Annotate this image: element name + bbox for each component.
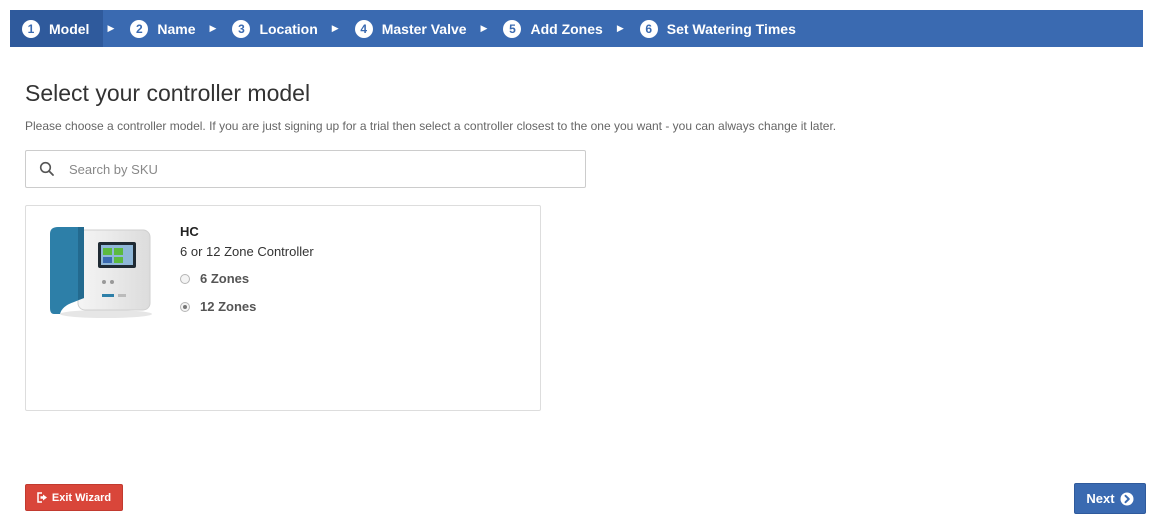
model-card-hc[interactable]: HC 6 or 12 Zone Controller 6 Zones 12 Zo…	[25, 205, 541, 411]
caret-right-icon: ▶	[616, 23, 624, 33]
wizard-step-set-watering-times[interactable]: 6 Set Watering Times	[628, 10, 806, 47]
zone-option-label: 12 Zones	[200, 299, 257, 314]
next-label: Next	[1086, 491, 1115, 506]
model-name: HC	[180, 224, 199, 239]
zone-option-label: 6 Zones	[200, 271, 250, 286]
zone-option-12[interactable]: 12 Zones	[180, 299, 314, 314]
wizard-step-master-valve[interactable]: 4 Master Valve	[343, 10, 477, 47]
chevron-circle-right-icon	[1120, 492, 1134, 506]
exit-wizard-label: Exit Wizard	[51, 491, 112, 504]
sign-out-icon	[37, 492, 48, 503]
step-number-badge: 3	[232, 19, 251, 38]
caret-right-icon: ▶	[209, 23, 217, 33]
step-label: Add Zones	[530, 20, 603, 37]
step-label: Model	[49, 20, 90, 37]
wizard-step-model[interactable]: 1 Model	[10, 10, 104, 47]
next-button[interactable]: Next	[1074, 483, 1146, 514]
caret-right-icon: ▶	[331, 23, 339, 33]
page-title: Select your controller model	[25, 80, 311, 106]
radio-12-zones[interactable]	[180, 301, 190, 312]
wizard-step-add-zones[interactable]: 5 Add Zones	[491, 10, 612, 47]
controller-device-image	[44, 224, 156, 319]
caret-right-icon: ▶	[480, 23, 488, 33]
search-icon	[39, 161, 55, 177]
zone-option-6[interactable]: 6 Zones	[180, 271, 314, 286]
step-number-badge: 1	[22, 19, 40, 38]
step-number-badge: 2	[130, 19, 149, 38]
wizard-step-location[interactable]: 3 Location	[220, 10, 327, 47]
radio-6-zones[interactable]	[180, 273, 190, 284]
model-info: HC 6 or 12 Zone Controller 6 Zones 12 Zo…	[180, 224, 314, 327]
step-number-badge: 6	[639, 19, 658, 38]
step-number-badge: 4	[354, 19, 373, 38]
exit-wizard-button[interactable]: Exit Wizard	[25, 484, 123, 511]
step-number-badge: 5	[503, 19, 522, 38]
search-box[interactable]	[25, 150, 586, 188]
wizard-step-bar: 1 Model ▶ 2 Name ▶ 3 Location ▶ 4 Master…	[10, 10, 1143, 47]
step-label: Set Watering Times	[666, 20, 796, 37]
step-label: Master Valve	[381, 20, 467, 37]
step-label: Location	[259, 20, 318, 37]
step-label: Name	[157, 20, 196, 37]
wizard-step-name[interactable]: 2 Name	[118, 10, 205, 47]
page-subtitle: Please choose a controller model. If you…	[25, 119, 837, 133]
model-description: 6 or 12 Zone Controller	[180, 244, 314, 259]
search-input[interactable]	[69, 151, 585, 187]
caret-right-icon: ▶	[107, 23, 115, 33]
